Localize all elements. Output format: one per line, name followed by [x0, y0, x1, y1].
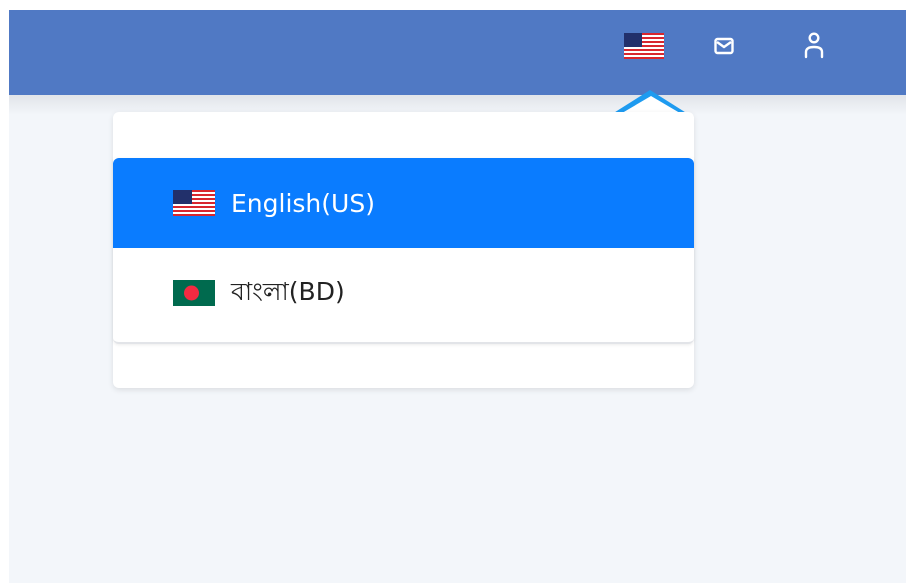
top-navbar	[9, 10, 906, 95]
language-option-bangla-bd[interactable]: বাংলা(BD)	[113, 248, 694, 338]
language-dropdown: English(US) বাংলা(BD)	[113, 112, 694, 388]
language-switcher-button[interactable]	[622, 30, 666, 62]
user-menu-button[interactable]	[799, 30, 829, 62]
mail-icon	[714, 37, 734, 55]
us-flag-icon	[624, 33, 664, 59]
language-option-english-us[interactable]: English(US)	[113, 158, 694, 248]
bd-flag-icon	[173, 280, 215, 306]
mail-button[interactable]	[709, 30, 739, 62]
language-option-label: English(US)	[231, 188, 375, 218]
language-option-label: বাংলা(BD)	[231, 276, 345, 306]
language-menu-list: English(US) বাংলা(BD)	[113, 158, 694, 344]
us-flag-icon	[173, 190, 215, 216]
app-frame: English(US) বাংলা(BD)	[9, 10, 906, 583]
user-icon	[804, 32, 824, 59]
